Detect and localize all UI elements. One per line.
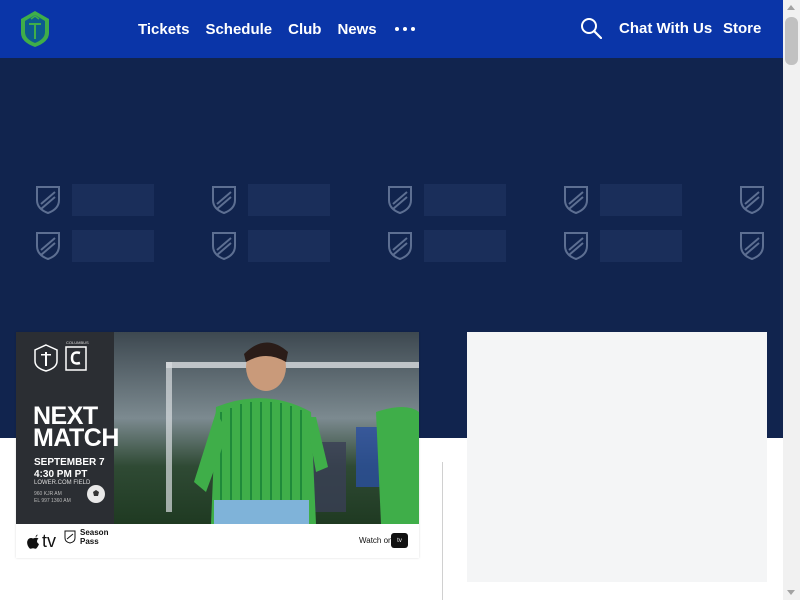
scroll-up-arrow-icon[interactable] bbox=[787, 5, 795, 10]
placeholder-shield-icon bbox=[36, 232, 60, 260]
search-icon[interactable] bbox=[580, 17, 602, 39]
placeholder-shield-icon bbox=[212, 232, 236, 260]
columbus-crest-icon bbox=[65, 346, 87, 371]
skeleton-bar bbox=[600, 230, 682, 262]
placeholder-shield-icon bbox=[388, 186, 412, 214]
apple-tv-badge-icon: tv bbox=[391, 533, 408, 548]
placeholder-shield-icon bbox=[388, 232, 412, 260]
column-divider bbox=[442, 462, 443, 600]
placeholder-shield-icon bbox=[36, 186, 60, 214]
placeholder-shield-icon bbox=[740, 232, 764, 260]
apple-tv-logo: tv bbox=[26, 531, 56, 552]
apple-icon bbox=[27, 534, 39, 549]
match-date: SEPTEMBER 7 bbox=[34, 457, 105, 468]
match-date-time: SEPTEMBER 7 4:30 PM PT bbox=[34, 457, 105, 481]
sounders-crest-icon bbox=[34, 344, 58, 372]
main-nav: Tickets Schedule Club News bbox=[138, 0, 419, 58]
match-venue: LOWER.COM FIELD bbox=[34, 480, 91, 486]
hero-skeleton-row bbox=[0, 226, 783, 272]
chat-with-us-link[interactable]: Chat With Us bbox=[619, 20, 712, 37]
skeleton-bar bbox=[600, 184, 682, 216]
nav-club[interactable]: Club bbox=[288, 21, 321, 38]
apple-tv-text: tv bbox=[42, 531, 57, 551]
sounders-crest-icon[interactable] bbox=[19, 10, 51, 48]
next-match-title: NEXT MATCH bbox=[33, 404, 119, 452]
nav-news[interactable]: News bbox=[337, 21, 376, 38]
opponent-label: COLUMBUS bbox=[66, 340, 89, 345]
skeleton-bar bbox=[424, 184, 506, 216]
skeleton-bar bbox=[248, 184, 330, 216]
nav-tickets[interactable]: Tickets bbox=[138, 21, 189, 38]
store-link[interactable]: Store bbox=[723, 20, 761, 37]
scroll-down-arrow-icon[interactable] bbox=[787, 590, 795, 595]
hero-skeleton-row bbox=[0, 180, 783, 226]
season-pass-line1: Season bbox=[80, 528, 109, 537]
placeholder-shield-icon bbox=[564, 186, 588, 214]
site-header: Tickets Schedule Club News Chat With Us … bbox=[0, 0, 783, 58]
skeleton-bar bbox=[72, 184, 154, 216]
page-scrollbar[interactable] bbox=[783, 0, 800, 600]
season-pass-line2: Pass bbox=[80, 537, 99, 546]
broadcast-footer: tv Season Pass Watch on tv bbox=[16, 524, 419, 558]
radio-broadcast-1: 960 KJR AM bbox=[34, 491, 62, 497]
placeholder-shield-icon bbox=[564, 232, 588, 260]
next-match-card[interactable]: COLUMBUS NEXT MATCH SEPTEMBER 7 4:30 PM … bbox=[16, 332, 419, 558]
tv-badge-text: tv bbox=[397, 537, 402, 544]
more-dots-icon[interactable] bbox=[394, 19, 419, 39]
placeholder-shield-icon bbox=[740, 186, 764, 214]
watch-on-label: Watch on bbox=[359, 536, 393, 545]
nav-schedule[interactable]: Schedule bbox=[205, 21, 272, 38]
placeholder-shield-icon bbox=[212, 186, 236, 214]
scroll-thumb[interactable] bbox=[785, 17, 798, 65]
match-photo: COLUMBUS NEXT MATCH SEPTEMBER 7 4:30 PM … bbox=[16, 332, 419, 524]
soccer-ball-icon bbox=[87, 485, 105, 503]
ad-placeholder bbox=[467, 332, 767, 582]
skeleton-bar bbox=[424, 230, 506, 262]
mls-shield-icon bbox=[64, 530, 76, 544]
skeleton-bar bbox=[248, 230, 330, 262]
skeleton-bar bbox=[72, 230, 154, 262]
radio-broadcast-2: EL 997 1360 AM bbox=[34, 498, 71, 504]
next-match-title-line2: MATCH bbox=[33, 424, 119, 452]
